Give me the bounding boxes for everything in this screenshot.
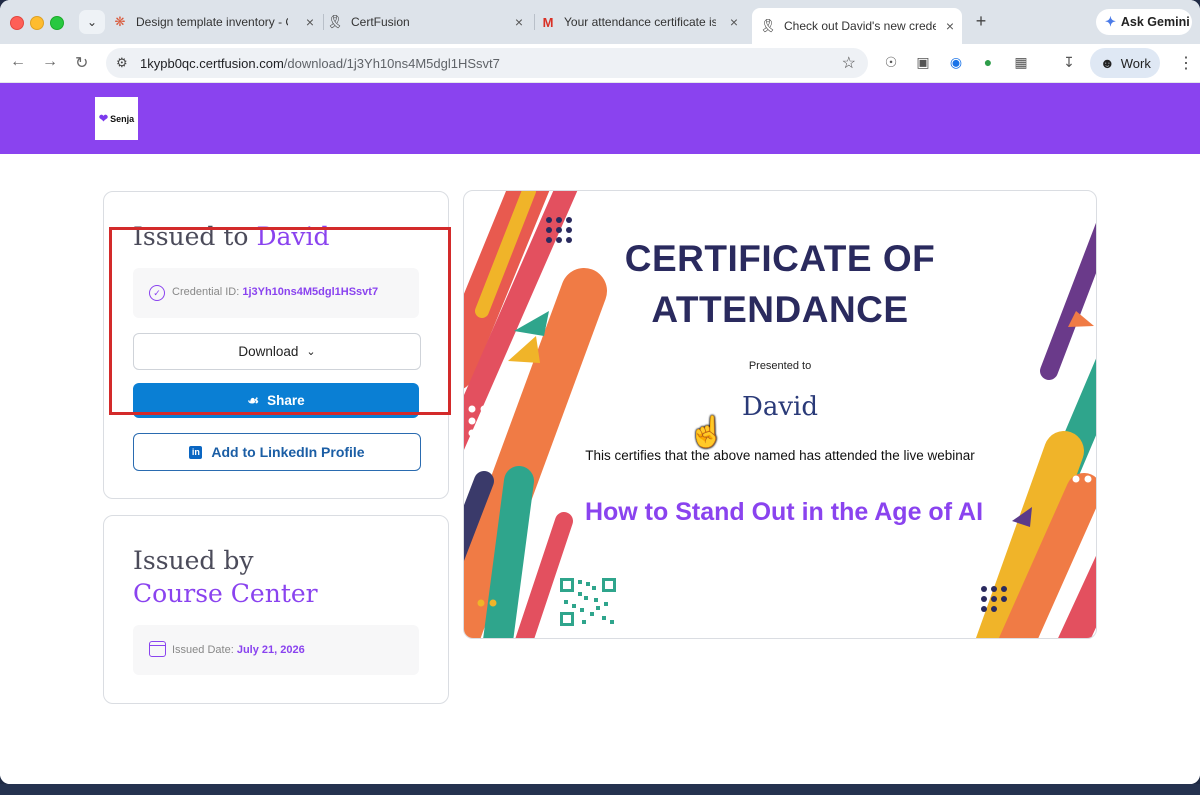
compass-icon[interactable]: ☉ xyxy=(882,53,900,71)
window-minimize-button[interactable] xyxy=(30,16,44,30)
issued-by-heading: Issued by Course Center xyxy=(133,544,318,610)
reload-icon[interactable]: ↻ xyxy=(75,53,88,73)
tab-separator xyxy=(323,14,324,30)
browser-window: ⌄ ❋ Design template inventory - C × 🎗 Ce… xyxy=(0,0,1200,784)
url-host: 1kypb0qc.certfusion.com xyxy=(140,56,284,71)
tab-bar: ⌄ ❋ Design template inventory - C × 🎗 Ce… xyxy=(0,0,1200,44)
ribbon-icon: 🎗 xyxy=(759,18,777,33)
close-icon[interactable]: × xyxy=(306,14,314,30)
close-icon[interactable]: × xyxy=(730,14,738,30)
desktop-background xyxy=(0,784,1200,795)
ask-gemini-label: Ask Gemini xyxy=(1120,15,1190,29)
ask-gemini-button[interactable]: ✦ Ask Gemini xyxy=(1096,9,1192,35)
tab-credential-active[interactable]: 🎗 Check out David's new crede × xyxy=(752,8,962,44)
asterisk-icon: ❋ xyxy=(114,14,126,29)
tab-separator xyxy=(534,14,535,30)
tab-title: Check out David's new crede xyxy=(784,19,936,33)
tab-certfusion[interactable]: 🎗 CertFusion × xyxy=(327,8,531,36)
close-icon[interactable]: × xyxy=(946,18,954,34)
tab-search-button[interactable]: ⌄ xyxy=(79,10,105,34)
qr-code-icon xyxy=(560,578,616,626)
url-text: 1kypb0qc.certfusion.com/download/1j3Yh10… xyxy=(140,56,500,71)
date-label: Issued Date: xyxy=(172,644,234,656)
page-content: ❤ Senja Issued to David ✓ Credential ID:… xyxy=(0,83,1200,784)
stripe xyxy=(1040,222,1096,380)
extension-green-icon[interactable]: ● xyxy=(979,53,997,71)
tab-title: Design template inventory - C xyxy=(136,15,288,29)
more-menu-icon[interactable]: ⋮ xyxy=(1178,53,1194,73)
senja-logo[interactable]: ❤ Senja xyxy=(95,97,138,140)
window-close-button[interactable] xyxy=(10,16,24,30)
close-icon[interactable]: × xyxy=(515,14,523,30)
heart-icon: ❤ xyxy=(98,113,109,125)
gmail-icon: M xyxy=(542,14,554,30)
certificate-recipient-name: David xyxy=(742,392,818,422)
ribbon-icon: 🎗 xyxy=(326,14,344,29)
download-icon[interactable]: ↧ xyxy=(1060,53,1078,71)
back-arrow-icon[interactable]: ← xyxy=(10,53,26,71)
triangle xyxy=(508,336,540,363)
issued-date-box: Issued Date: July 21, 2026 xyxy=(133,625,419,675)
issuer-name[interactable]: Course Center xyxy=(133,577,318,610)
certificate-title-line2: ATTENDANCE xyxy=(651,289,909,330)
tab-gmail[interactable]: M Your attendance certificate is × xyxy=(540,8,746,36)
new-tab-button[interactable]: + xyxy=(970,10,992,32)
camera-icon[interactable]: ◉ xyxy=(947,53,965,71)
tab-title: CertFusion xyxy=(351,15,410,29)
url-path: /download/1j3Yh10ns4M5dgl1HSsvt7 xyxy=(283,56,500,71)
add-to-linkedin-button[interactable]: in Add to LinkedIn Profile xyxy=(133,433,421,471)
bookmark-star-icon[interactable]: ☆ xyxy=(842,53,856,73)
issued-date-value: July 21, 2026 xyxy=(236,644,305,656)
site-header: ❤ Senja xyxy=(0,83,1200,154)
window-maximize-button[interactable] xyxy=(50,16,64,30)
address-bar[interactable]: ⚙ 1kypb0qc.certfusion.com/download/1j3Yh… xyxy=(106,48,868,78)
certificate-title-line1: CERTIFICATE OF xyxy=(624,238,936,279)
puzzle-icon[interactable]: ▦ xyxy=(1012,53,1030,71)
profile-button[interactable]: ☻ Work xyxy=(1090,48,1160,78)
browser-toolbar: ← → ↻ ⚙ 1kypb0qc.certfusion.com/download… xyxy=(0,44,1200,83)
certificate-event-title: How to Stand Out in the Age of AI xyxy=(584,498,984,526)
certificate-preview: CERTIFICATE OF ATTENDANCE Presented to D… xyxy=(463,190,1097,639)
tab-design-template[interactable]: ❋ Design template inventory - C × xyxy=(112,8,322,36)
hand-pointer-icon: ☝ xyxy=(688,416,726,449)
profile-label: Work xyxy=(1120,55,1151,71)
site-settings-icon[interactable]: ⚙ xyxy=(116,55,128,71)
issued-by-prefix: Issued by xyxy=(133,546,254,575)
gemini-sparkle-icon: ✦ xyxy=(1105,14,1116,29)
certificate-body-text: This certifies that the above named has … xyxy=(585,448,975,463)
calendar-icon xyxy=(149,641,166,657)
linkedin-icon: in xyxy=(189,445,203,459)
avatar-icon: ☻ xyxy=(1100,55,1115,71)
presented-to-label: Presented to xyxy=(748,360,812,372)
chevron-down-icon: ⌄ xyxy=(86,15,98,29)
issued-by-card: Issued by Course Center Issued Date: Jul… xyxy=(103,515,449,704)
linkedin-label: Add to LinkedIn Profile xyxy=(211,444,365,460)
logo-text: Senja xyxy=(110,113,135,124)
forward-arrow-icon[interactable]: → xyxy=(42,53,58,71)
tab-title: Your attendance certificate is xyxy=(564,15,716,29)
highlight-box xyxy=(109,227,451,415)
issued-date-text: Issued Date: July 21, 2026 xyxy=(172,644,305,656)
window-icon[interactable]: ▣ xyxy=(914,53,932,71)
